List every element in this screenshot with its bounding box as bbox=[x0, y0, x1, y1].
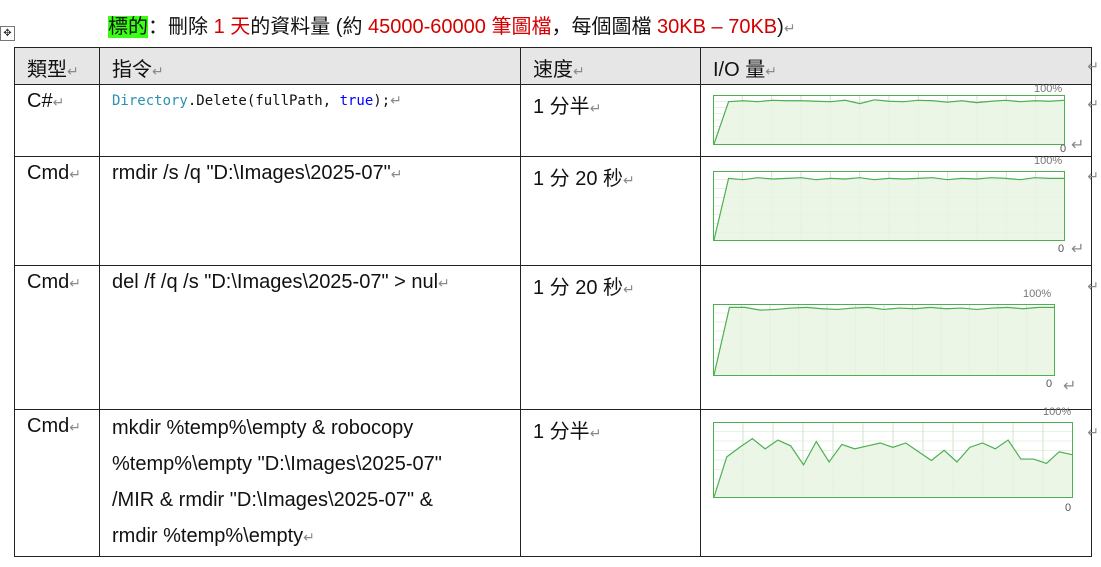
command-line: mkdir %temp%\empty & robocopy bbox=[112, 417, 414, 439]
row-end-mark: ↵ bbox=[1087, 168, 1099, 184]
command-line-last: rmdir %temp%\empty↵ bbox=[112, 525, 315, 547]
row-end-mark: ↵ bbox=[1087, 278, 1099, 294]
cell-speed: 1 分半↵ bbox=[520, 409, 701, 557]
io-graph bbox=[713, 304, 1055, 376]
heading-red-1: 1 天 bbox=[213, 16, 251, 38]
graph-max-label: 100% bbox=[1034, 83, 1063, 95]
heading-red-3: 30KB – 70KB bbox=[657, 16, 778, 38]
header-command: 指令↵ bbox=[99, 47, 521, 85]
heading-text-2: 的資料量 (約 bbox=[250, 16, 369, 38]
cell-type: Cmd↵ bbox=[14, 265, 100, 410]
cell-end-mark: ↵ bbox=[1071, 137, 1085, 154]
cell-command: rmdir /s /q "D:\Images\2025-07"↵ bbox=[99, 156, 521, 266]
cell-speed: 1 分半↵ bbox=[520, 84, 701, 157]
header-type: 類型↵ bbox=[14, 47, 100, 85]
heading-text-3: ，每個圖檔 bbox=[551, 16, 658, 38]
cell-speed: 1 分 20 秒↵ bbox=[520, 265, 701, 410]
table-row: C#↵ Directory.Delete(fullPath, true);↵ 1… bbox=[14, 83, 1092, 157]
cell-command: Directory.Delete(fullPath, true);↵ bbox=[99, 84, 521, 157]
graph-min-label: 0 bbox=[1058, 243, 1065, 255]
cell-io-graph: 100% 0 bbox=[700, 406, 1092, 557]
comparison-table: 類型↵ 指令↵ 速度↵ I/O 量↵ C#↵ Directory.Delete(… bbox=[14, 47, 1092, 557]
row-end-mark: ↵ bbox=[1087, 96, 1099, 112]
row-end-mark: ↵ bbox=[1087, 424, 1099, 440]
cell-type: Cmd↵ bbox=[14, 409, 100, 557]
cell-type: Cmd↵ bbox=[14, 156, 100, 266]
io-graph-svg bbox=[713, 95, 1065, 145]
header-speed: 速度↵ bbox=[520, 47, 701, 85]
io-graph bbox=[713, 171, 1065, 241]
cell-io-graph: 100% 0 ↵ bbox=[700, 265, 1092, 410]
cell-end-mark: ↵ bbox=[1071, 241, 1085, 258]
cell-type: C#↵ bbox=[14, 84, 100, 157]
heading-highlight: 標的 bbox=[108, 16, 148, 38]
table-row: Cmd↵ rmdir /s /q "D:\Images\2025-07"↵ 1 … bbox=[14, 155, 1092, 266]
row-end-mark: ↵ bbox=[1087, 58, 1099, 74]
command-line: /MIR & rmdir "D:\Images\2025-07" & bbox=[112, 489, 433, 511]
graph-area bbox=[714, 99, 1064, 144]
heading-text-4: ) bbox=[777, 16, 784, 38]
document-heading: 標的：刪除 1 天的資料量 (約 45000-60000 筆圖檔，每個圖檔 30… bbox=[108, 10, 796, 39]
graph-area bbox=[714, 177, 1064, 240]
graph-min-label: 0 bbox=[1060, 143, 1067, 155]
header-io: I/O 量↵ bbox=[700, 47, 1092, 85]
graph-area bbox=[714, 307, 1054, 375]
cell-end-mark: ↵ bbox=[1063, 378, 1077, 395]
cell-command: mkdir %temp%\empty & robocopy %temp%\emp… bbox=[99, 409, 521, 557]
graph-min-label: 0 bbox=[1065, 502, 1072, 514]
heading-red-2: 45000-60000 筆圖檔 bbox=[368, 16, 552, 38]
io-graph-svg bbox=[713, 422, 1073, 498]
cell-io-graph: 100% 0 ↵ bbox=[700, 155, 1092, 266]
cell-io-graph: 100% 0 ↵ bbox=[700, 83, 1092, 157]
graph-min-label: 0 bbox=[1046, 378, 1053, 390]
cell-speed: 1 分 20 秒↵ bbox=[520, 156, 701, 266]
table-row: Cmd↵ del /f /q /s "D:\Images\2025-07" > … bbox=[14, 265, 1092, 410]
heading-text-1: ：刪除 bbox=[148, 16, 214, 38]
graph-max-label: 100% bbox=[1023, 288, 1052, 300]
io-graph bbox=[713, 422, 1073, 498]
io-graph bbox=[713, 95, 1065, 145]
return-mark: ↵ bbox=[783, 21, 796, 37]
graph-max-label: 100% bbox=[1034, 155, 1063, 167]
table-move-handle-icon[interactable]: ✥ bbox=[0, 26, 15, 41]
cell-command: del /f /q /s "D:\Images\2025-07" > nul↵ bbox=[99, 265, 521, 410]
command-line: %temp%\empty "D:\Images\2025-07" bbox=[112, 453, 442, 475]
io-graph-svg bbox=[713, 171, 1065, 241]
table-header-row: 類型↵ 指令↵ 速度↵ I/O 量↵ bbox=[14, 47, 1092, 85]
io-graph-svg bbox=[713, 304, 1055, 376]
graph-max-label: 100% bbox=[1043, 406, 1072, 418]
table-row: Cmd↵ mkdir %temp%\empty & robocopy %temp… bbox=[14, 406, 1092, 557]
